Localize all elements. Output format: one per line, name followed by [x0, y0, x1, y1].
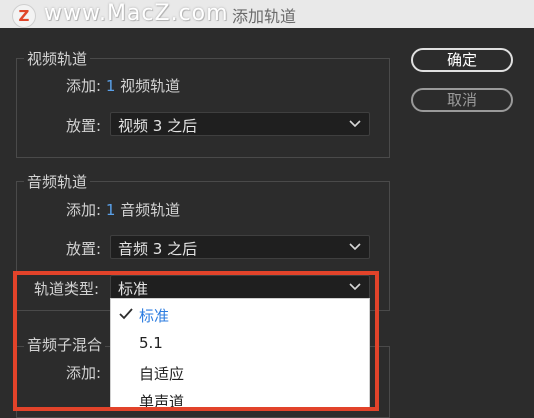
dropdown-option[interactable]: 单声道: [111, 387, 369, 415]
video-place-value: 视频 3 之后: [118, 117, 198, 135]
ok-button[interactable]: 确定: [411, 48, 513, 72]
track-type-select[interactable]: 标准: [110, 275, 370, 299]
audio-tracks-title: 音频轨道: [24, 171, 91, 192]
dropdown-option[interactable]: 自适应: [111, 359, 369, 387]
dropdown-option-label: 标准: [139, 307, 170, 325]
audio-add-unit: 音频轨道: [120, 201, 181, 219]
dropdown-option-label: 5.1: [139, 334, 163, 352]
video-place-select[interactable]: 视频 3 之后: [110, 112, 370, 136]
window-title: 添加轨道: [232, 7, 297, 26]
audio-add-label: 添加:: [66, 201, 102, 219]
video-add-count[interactable]: 1: [106, 77, 116, 95]
video-tracks-title: 视频轨道: [24, 48, 91, 69]
title-bar: Z www.MacZ.com 添加轨道: [0, 0, 534, 28]
dropdown-option-label: 单声道: [139, 393, 185, 411]
audio-add-count[interactable]: 1: [106, 201, 116, 219]
cancel-button[interactable]: 取消: [411, 88, 513, 112]
video-add-label: 添加:: [66, 77, 102, 95]
dropdown-option[interactable]: 标准: [111, 301, 369, 329]
dropdown-option-label: 自适应: [139, 365, 185, 383]
track-type-label: 轨道类型:: [34, 280, 100, 298]
checkmark-icon: [119, 308, 133, 320]
submix-add-label: 添加:: [66, 364, 102, 382]
watermark-text: www.MacZ.com: [44, 1, 229, 26]
audio-place-label: 放置:: [66, 240, 102, 258]
dropdown-option[interactable]: 5.1: [111, 330, 369, 358]
video-add-unit: 视频轨道: [120, 77, 181, 95]
video-place-label: 放置:: [66, 117, 102, 135]
watermark-logo: Z: [12, 4, 36, 28]
audio-place-value: 音频 3 之后: [118, 240, 198, 258]
audio-place-select[interactable]: 音频 3 之后: [110, 235, 370, 259]
track-type-value: 标准: [118, 280, 149, 298]
video-add-row: 添加: 1 视频轨道: [66, 75, 180, 96]
chevron-down-icon: [349, 243, 361, 251]
track-type-dropdown: 标准 5.1 自适应 单声道: [110, 298, 370, 411]
chevron-down-icon: [349, 283, 361, 291]
audio-add-row: 添加: 1 音频轨道: [66, 199, 180, 220]
video-tracks-group: [16, 58, 390, 158]
audio-submix-title: 音频子混合: [24, 334, 106, 355]
chevron-down-icon: [349, 120, 361, 128]
